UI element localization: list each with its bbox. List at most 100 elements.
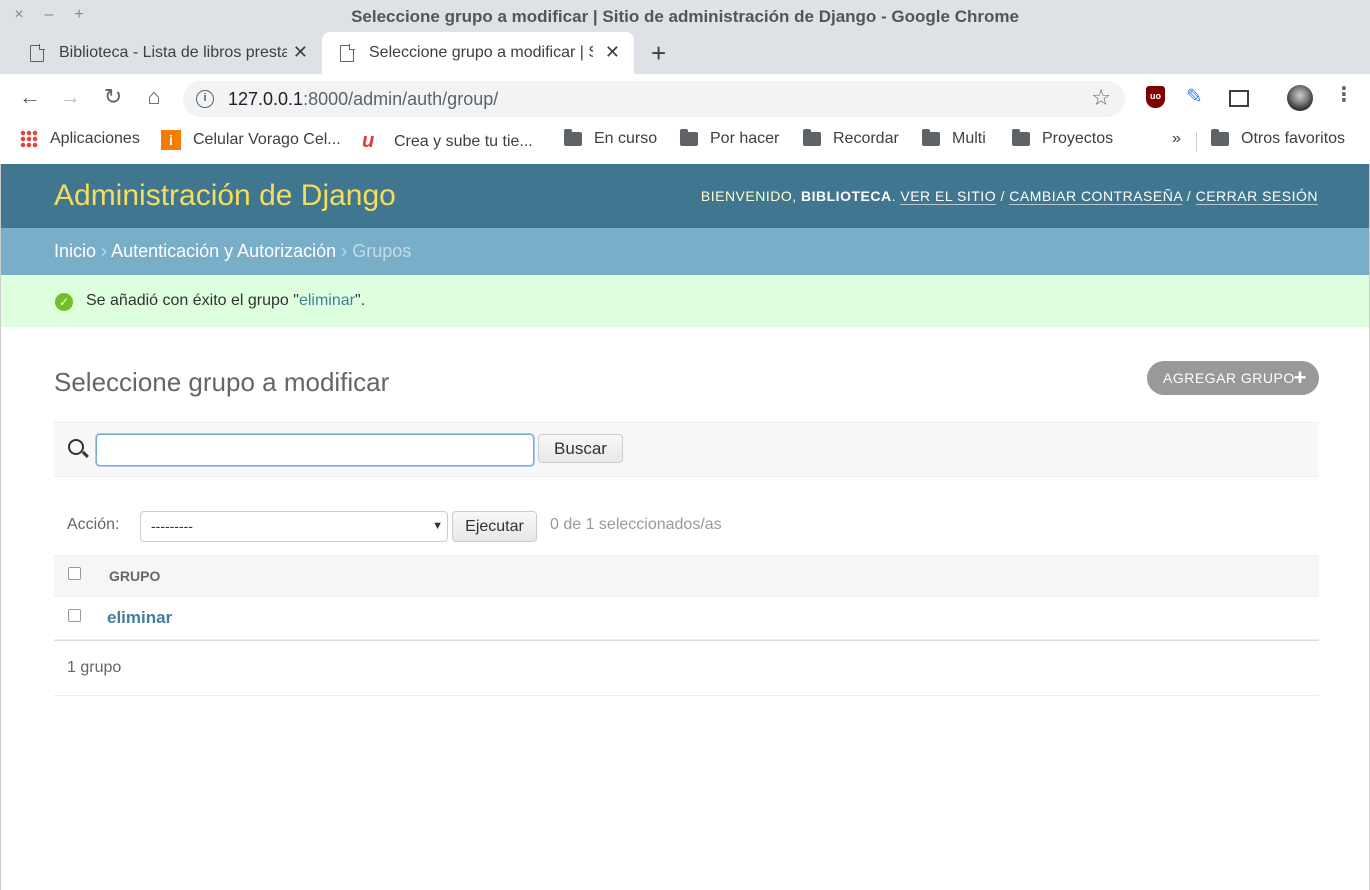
message-prefix: Se añadió con éxito el grupo " <box>86 292 299 309</box>
breadcrumb: Inicio › Autenticación y Autorización › … <box>1 228 1369 275</box>
action-counter: 0 de 1 seleccionados/as <box>550 516 722 533</box>
add-group-label: AGREGAR GRUPO <box>1163 370 1295 386</box>
separator: / <box>1000 188 1005 204</box>
breadcrumb-app[interactable]: Autenticación y Autorización <box>111 241 336 261</box>
document-icon <box>30 43 45 62</box>
bookmark-label: Recordar <box>833 130 899 147</box>
menu-icon[interactable]: ⋮ <box>1334 82 1354 107</box>
paginator: 1 grupo <box>54 640 1319 696</box>
ublock-icon[interactable]: uo <box>1146 86 1165 108</box>
bookmark-apps[interactable]: Aplicaciones <box>20 130 140 148</box>
breadcrumb-separator: › <box>101 241 108 261</box>
address-bar[interactable]: i 127.0.0.1:8000/admin/auth/group/ ☆ <box>183 81 1125 117</box>
folder-icon <box>922 129 940 146</box>
action-select[interactable]: --------- ▼ <box>140 511 448 542</box>
close-tab-icon[interactable]: ✕ <box>293 42 308 63</box>
window-title: Seleccione grupo a modificar | Sitio de … <box>351 7 1019 26</box>
tab-title: Seleccione grupo a modificar | Sitio de … <box>369 44 593 61</box>
table-header: GRUPO <box>54 555 1319 597</box>
column-header-grupo[interactable]: GRUPO <box>109 568 160 584</box>
message-text: Se añadió con éxito el grupo "eliminar". <box>86 292 365 310</box>
results-table: GRUPO eliminar <box>54 555 1319 640</box>
bookmark-label: Otros favoritos <box>1241 130 1346 147</box>
home-icon[interactable]: ⌂ <box>140 84 168 110</box>
info-icon[interactable]: i <box>196 90 214 108</box>
search-input[interactable] <box>96 434 534 466</box>
breadcrumb-current: Grupos <box>352 241 412 261</box>
favicon-icon: i <box>161 130 181 150</box>
folder-icon <box>1012 129 1030 146</box>
tab-biblioteca[interactable]: Biblioteca - Lista de libros prestados ✕ <box>0 32 322 74</box>
close-tab-icon[interactable]: ✕ <box>605 42 620 63</box>
welcome-text: BIENVENIDO, <box>700 188 797 204</box>
folder-icon <box>680 129 698 146</box>
folder-icon <box>564 129 582 146</box>
new-tab-button[interactable]: + <box>651 38 666 69</box>
bookmark-por-hacer[interactable]: Por hacer <box>680 129 780 148</box>
user-tools: BIENVENIDO, BIBLIOTECA. VER EL SITIO / C… <box>700 188 1318 205</box>
url-host: 127.0.0.1 <box>228 89 304 109</box>
url-path: :8000/admin/auth/group/ <box>303 89 499 109</box>
folder-icon <box>1211 129 1229 146</box>
bookmark-crea[interactable]: u Crea y sube tu tie... <box>362 130 533 153</box>
search-icon <box>68 439 84 455</box>
bookmarks-bar: Aplicaciones i Celular Vorago Cel... u Cre… <box>0 122 1370 158</box>
tab-grupos[interactable]: Seleccione grupo a modificar | Sitio de … <box>322 32 634 74</box>
action-selected-value: --------- <box>151 518 193 534</box>
add-group-button[interactable]: AGREGAR GRUPO + <box>1147 361 1319 395</box>
window-titlebar: × – + Seleccione grupo a modificar | Sit… <box>0 0 1370 32</box>
site-branding[interactable]: Administración de Django <box>54 179 396 213</box>
success-message: ✓ Se añadió con éxito el grupo "eliminar… <box>1 275 1369 327</box>
bookmark-label: En curso <box>594 130 658 147</box>
browser-toolbar: ← → ↻ ⌂ i 127.0.0.1:8000/admin/auth/grou… <box>0 74 1370 122</box>
select-all-checkbox[interactable] <box>68 567 81 580</box>
breadcrumb-separator: › <box>341 241 348 261</box>
message-suffix: ". <box>354 292 366 309</box>
avatar[interactable] <box>1287 85 1313 111</box>
table-row: eliminar <box>54 597 1319 640</box>
bookmark-recordar[interactable]: Recordar <box>803 129 899 148</box>
search-button[interactable]: Buscar <box>538 434 623 463</box>
search-toolbar: Buscar <box>54 422 1319 477</box>
bookmark-label: Aplicaciones <box>50 130 140 147</box>
page-title: Seleccione grupo a modificar <box>54 367 390 397</box>
dropdown-arrow-icon: ▼ <box>432 520 443 532</box>
execute-button[interactable]: Ejecutar <box>452 511 537 542</box>
bookmark-label: Proyectos <box>1042 130 1114 147</box>
folder-icon <box>803 129 821 146</box>
bookmark-label: Multi <box>952 130 986 147</box>
favicon-u-icon: u <box>362 130 375 152</box>
logout-link[interactable]: CERRAR SESIÓN <box>1195 188 1318 205</box>
bookmark-label: Crea y sube tu tie... <box>394 132 533 150</box>
forward-icon[interactable]: → <box>56 84 84 110</box>
url-text[interactable]: 127.0.0.1:8000/admin/auth/group/ <box>228 89 498 110</box>
bookmark-celular[interactable]: i Celular Vorago Cel... <box>161 130 341 150</box>
group-link[interactable]: eliminar <box>107 608 172 628</box>
feather-icon[interactable]: ✎ <box>1186 84 1203 109</box>
message-link[interactable]: eliminar <box>299 292 355 309</box>
bookmark-multi[interactable]: Multi <box>922 129 986 148</box>
reload-icon[interactable]: ↻ <box>99 84 127 110</box>
bookmark-label: Por hacer <box>710 130 780 147</box>
bookmark-proyectos[interactable]: Proyectos <box>1012 129 1114 148</box>
bookmarks-separator <box>1196 132 1197 152</box>
star-icon[interactable]: ☆ <box>1091 85 1111 111</box>
tab-title: Biblioteca - Lista de libros prestados <box>59 44 287 61</box>
page-content: Administración de Django BIENVENIDO, BIB… <box>0 164 1370 890</box>
row-checkbox[interactable] <box>68 609 81 622</box>
action-label: Acción: <box>67 516 120 533</box>
change-password-link[interactable]: CAMBIAR CONTRASEÑA <box>1009 188 1183 205</box>
separator: / <box>1186 188 1192 204</box>
bookmark-label: Celular Vorago Cel... <box>193 131 341 148</box>
bookmarks-overflow-icon[interactable]: » <box>1172 130 1181 148</box>
cast-icon[interactable] <box>1229 90 1249 107</box>
bookmark-en-curso[interactable]: En curso <box>564 129 658 148</box>
actions-bar: Acción: --------- ▼ Ejecutar 0 de 1 sele… <box>54 508 1319 548</box>
tab-strip: Biblioteca - Lista de libros prestados ✕… <box>0 32 1370 74</box>
view-site-link[interactable]: VER EL SITIO <box>900 188 997 205</box>
apps-grid-icon <box>20 130 38 148</box>
breadcrumb-home[interactable]: Inicio <box>54 241 96 261</box>
back-icon[interactable]: ← <box>16 84 44 110</box>
bookmark-otros[interactable]: Otros favoritos <box>1211 129 1346 148</box>
success-icon: ✓ <box>55 293 73 311</box>
